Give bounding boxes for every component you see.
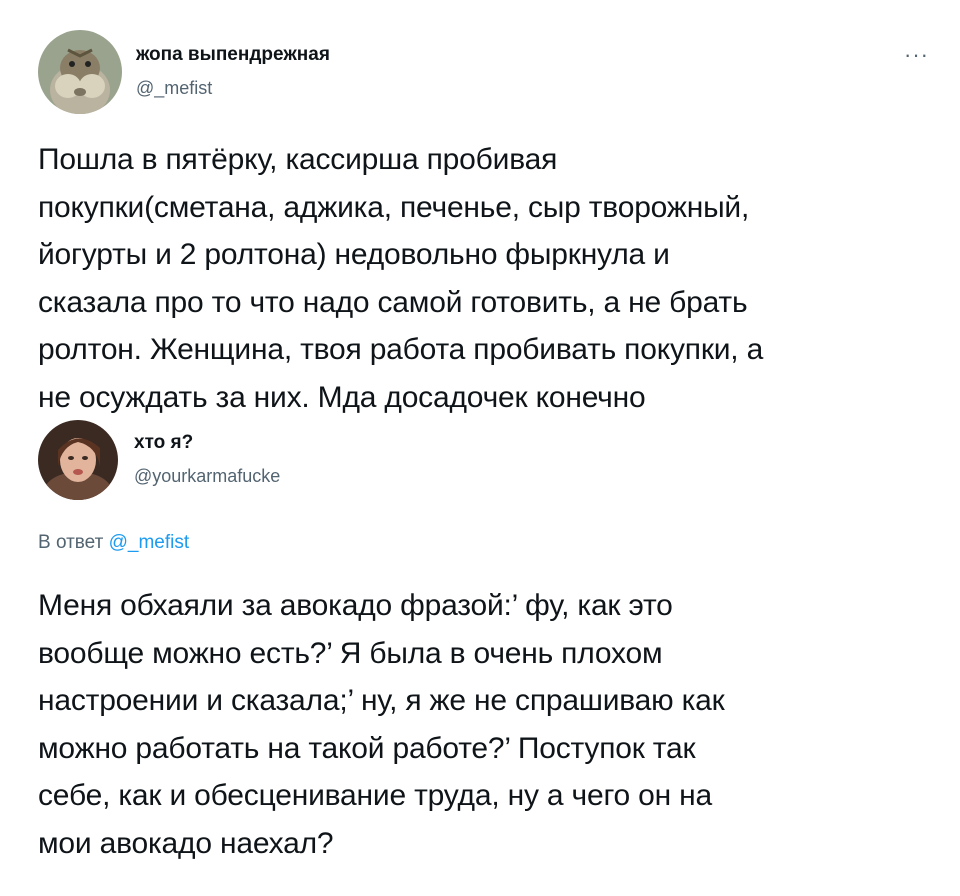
avatar-image: [38, 420, 118, 500]
tweet-text: Пошла в пятёрку, кассирша пробивая покуп…: [38, 143, 764, 414]
replying-to-line: В ответ @_mefist: [38, 532, 189, 554]
avatar-image: [38, 30, 122, 114]
author-handle[interactable]: @_mefist: [136, 78, 212, 99]
person-avatar-icon[interactable]: [38, 420, 118, 500]
chipmunk-avatar-icon[interactable]: [38, 30, 122, 114]
more-options-button[interactable]: ···: [904, 44, 929, 66]
reply-author-handle[interactable]: @yourkarmafucke: [134, 466, 280, 487]
author-display-name[interactable]: жопа выпендрежная: [136, 44, 330, 66]
reply-mention-link[interactable]: @_mefist: [109, 532, 190, 553]
reply-author-display-name[interactable]: хто я?: [134, 432, 193, 454]
reply-text: Меня обхаяли за авокадо фразой:’ фу, как…: [38, 589, 725, 860]
reply-prefix: В ответ: [38, 532, 104, 553]
